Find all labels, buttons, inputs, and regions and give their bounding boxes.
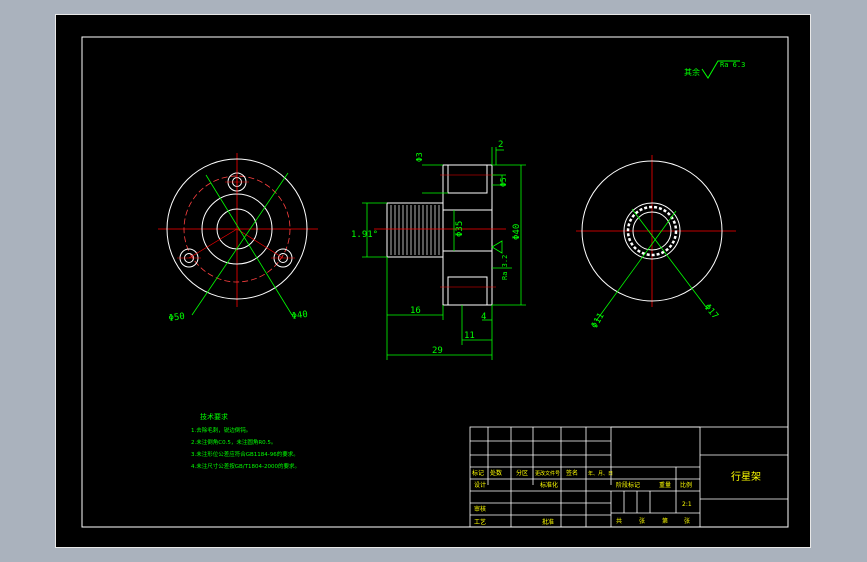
tech-req-title: 技术要求 bbox=[200, 412, 228, 421]
tb-header-count: 处数 bbox=[490, 469, 502, 477]
section-view: 2 Φ3 Φ5 Φ35 Φ40 1.91° Ra 3.2 16 4 11 29 bbox=[351, 140, 526, 360]
side-view: Φ11 Φ17 bbox=[576, 155, 736, 331]
spline-hatch bbox=[390, 205, 440, 255]
roughness-note: 其余 Ra 6.3 bbox=[684, 60, 745, 79]
inner-border bbox=[81, 36, 789, 528]
dim-label-phi35: Φ35 bbox=[455, 221, 465, 237]
tb-stage: 阶段标记 bbox=[616, 481, 640, 489]
tech-req-item-4: 4.未注尺寸公差按GB/T1804-2000的要求。 bbox=[191, 462, 300, 470]
tb-standardization: 标准化 bbox=[540, 481, 558, 489]
dim-label-29: 29 bbox=[432, 346, 443, 356]
tb-header-sign: 签名 bbox=[566, 469, 578, 477]
leader-radial-b bbox=[236, 228, 284, 259]
tb-sheet-no: 第 bbox=[662, 517, 668, 525]
technical-requirements: 技术要求 1.去除毛刺，锐边倒钝。 2.未注倒角C0.5，未注圆角R0.5。 3… bbox=[191, 412, 300, 470]
groove-bottom bbox=[447, 276, 488, 306]
tech-req-item-2: 2.未注倒角C0.5，未注圆角R0.5。 bbox=[191, 438, 276, 446]
engineering-drawing: 其余 Ra 6.3 Φ50 Φ40 2 Φ3 Φ5 Φ35 Φ40 1.91° … bbox=[81, 36, 789, 528]
dim-label-4: 4 bbox=[481, 312, 486, 322]
dim-label-phi11: Φ11 bbox=[590, 311, 607, 330]
front-view: Φ50 Φ40 bbox=[158, 153, 318, 324]
tb-weight: 重量 bbox=[659, 481, 671, 489]
dim-label-16: 16 bbox=[410, 306, 421, 316]
tb-review: 审核 bbox=[474, 505, 486, 513]
dim-label-phi5: Φ5 bbox=[499, 177, 508, 187]
dim-label-phi3: Φ3 bbox=[415, 152, 424, 162]
tb-scale-value: 2:1 bbox=[682, 501, 692, 508]
dim-label-phi40: Φ40 bbox=[291, 310, 308, 322]
drawing-frame: 其余 Ra 6.3 Φ50 Φ40 2 Φ3 Φ5 Φ35 Φ40 1.91° … bbox=[55, 14, 811, 548]
roughness-note-value: Ra 6.3 bbox=[720, 61, 745, 69]
tb-designer: 设计 bbox=[474, 481, 486, 489]
dim-label-11: 11 bbox=[464, 331, 475, 341]
tb-approve: 批准 bbox=[542, 518, 554, 526]
tb-sheet-end: 张 bbox=[684, 517, 690, 525]
tech-req-item-3: 3.未注形位公差应符合GB1184-96的要求。 bbox=[191, 450, 299, 458]
tech-req-item-1: 1.去除毛刺，锐边倒钝。 bbox=[191, 426, 251, 434]
dim-label-phi40-section: Φ40 bbox=[512, 224, 522, 240]
dim-label-angle: 1.91° bbox=[351, 230, 378, 240]
tb-header-zone: 分区 bbox=[516, 469, 528, 477]
side-dim-line-left bbox=[595, 210, 677, 322]
dim-label-2: 2 bbox=[498, 140, 503, 150]
tb-header-mark: 标记 bbox=[472, 469, 484, 477]
roughness-note-label: 其余 bbox=[684, 67, 700, 77]
tb-sheet: 张 bbox=[639, 517, 645, 525]
leader-radial-a bbox=[188, 228, 238, 259]
tb-part-name: 行星架 bbox=[731, 470, 761, 483]
tb-scale-label: 比例 bbox=[680, 481, 692, 489]
tb-sheet-total: 共 bbox=[616, 517, 622, 525]
roughness-triangle-icon bbox=[491, 240, 503, 254]
dim-label-phi50: Φ50 bbox=[168, 312, 185, 324]
groove-top bbox=[447, 164, 488, 194]
title-block-text: 标记 处数 分区 更改文件号 签名 年、月、日 设计 标准化 阶段标记 重量 比… bbox=[472, 469, 761, 526]
tb-header-change-doc: 更改文件号 bbox=[535, 470, 560, 477]
tb-process: 工艺 bbox=[474, 518, 486, 526]
tb-header-date: 年、月、日 bbox=[588, 470, 613, 477]
flange-body bbox=[442, 164, 493, 306]
dim-label-roughness: Ra 3.2 bbox=[501, 255, 509, 280]
